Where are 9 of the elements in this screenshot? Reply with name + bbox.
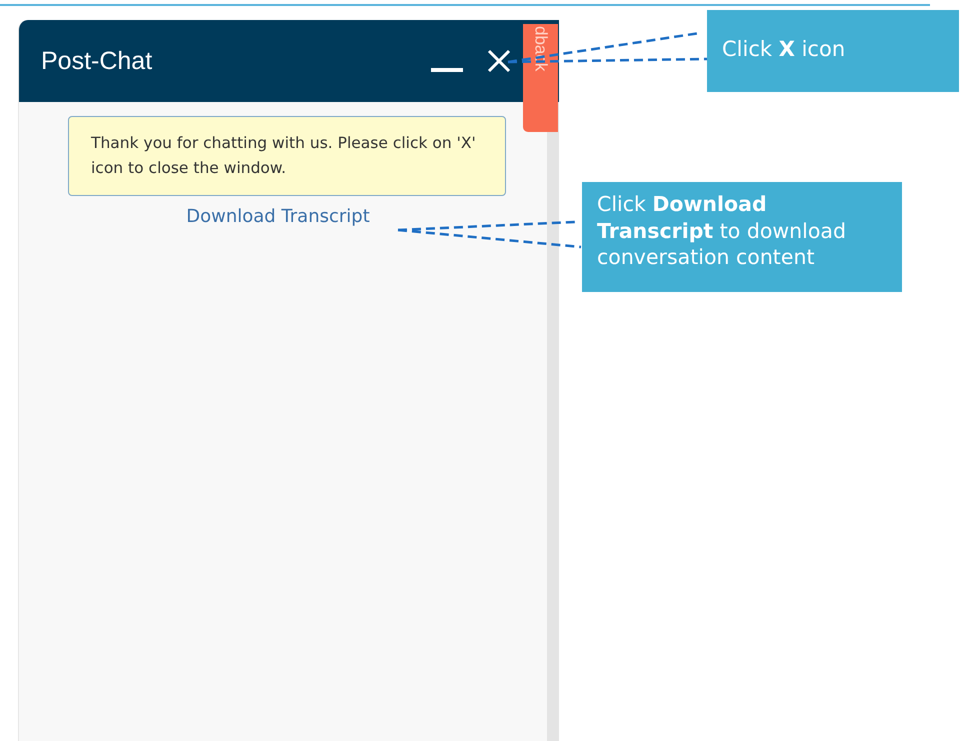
minimize-button[interactable]: [431, 68, 463, 72]
minimize-icon: [431, 68, 463, 72]
close-button[interactable]: [487, 49, 511, 73]
download-transcript-link[interactable]: Download Transcript: [186, 206, 370, 228]
notice-message: Thank you for chatting with us. Please click on 'X' icon to close the window.: [68, 116, 506, 196]
callout-box: Click X icon: [707, 10, 959, 92]
close-icon: [487, 49, 511, 73]
callout-box: Click Download Transcript to download conversation content: [582, 182, 902, 292]
window-title: Post-Chat: [41, 46, 154, 76]
